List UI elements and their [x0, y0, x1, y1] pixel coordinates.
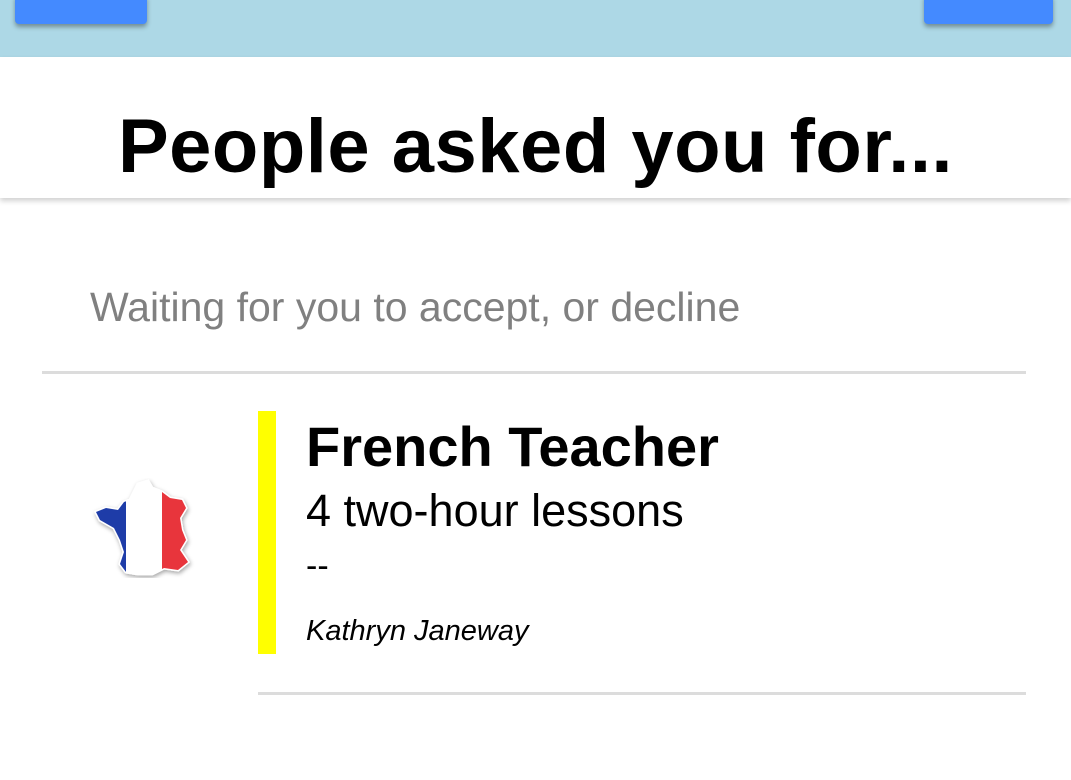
page-title: People asked you for... — [117, 104, 954, 189]
request-note: -- — [306, 547, 329, 585]
page-header: People asked you for... — [0, 57, 1071, 198]
top-app-bar — [0, 0, 1071, 57]
page: People asked you for... Waiting for you … — [0, 0, 1071, 780]
list-item-divider — [258, 692, 1026, 695]
request-list-item[interactable]: French Teacher 4 two-hour lessons -- Kat… — [42, 374, 1026, 696]
section-subheader: Waiting for you to accept, or decline — [90, 284, 741, 330]
top-left-button[interactable] — [15, 0, 147, 24]
requester-name: Kathryn Janeway — [306, 615, 529, 647]
request-subtitle: 4 two-hour lessons — [306, 485, 684, 536]
request-title: French Teacher — [306, 415, 719, 478]
status-accent-bar — [258, 411, 276, 654]
france-flag-map-icon — [90, 478, 200, 578]
top-right-button[interactable] — [924, 0, 1053, 24]
